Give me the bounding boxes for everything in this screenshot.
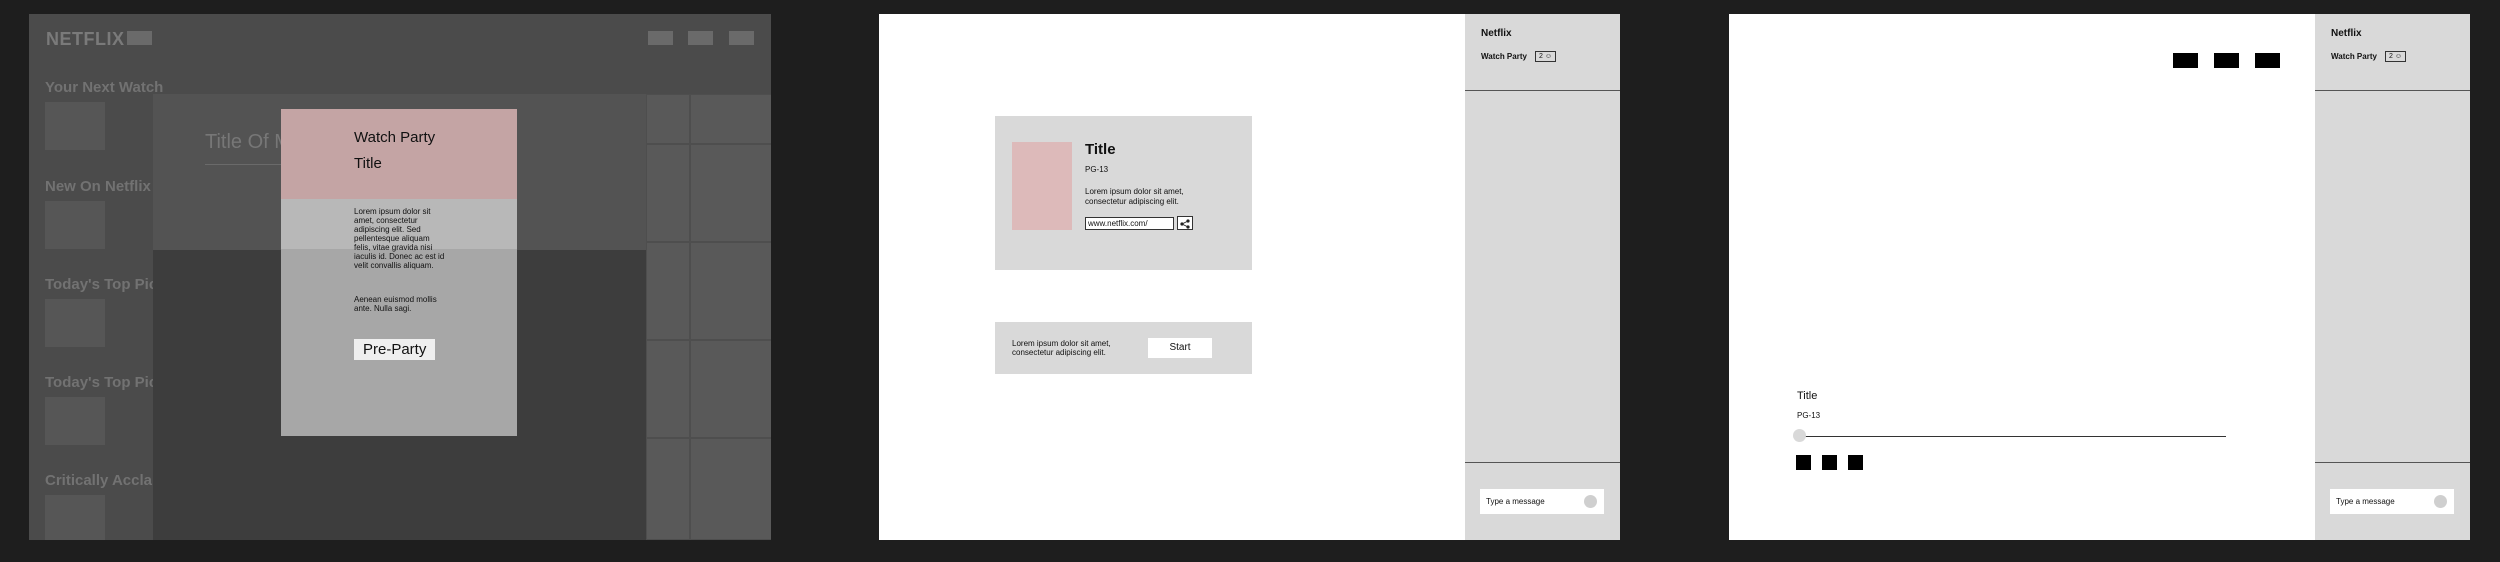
start-card: Lorem ipsum dolor sit amet, consectetur … [995,322,1252,374]
lobby-frame: Title PG-13 Lorem ipsum dolor sit amet, … [879,14,1620,540]
start-description: Lorem ipsum dolor sit amet, consectetur … [1012,339,1111,357]
browse-frame: NETFLIX Your Next Watch New On Netflix T… [29,14,771,540]
grid-cell[interactable] [646,340,690,438]
search-box[interactable] [127,31,152,45]
top-control-3[interactable] [2255,53,2280,68]
share-url-field[interactable]: www.netflix.com/ [1085,217,1174,230]
row-thumbnail[interactable] [45,495,105,540]
start-button[interactable]: Start [1148,338,1212,358]
playback-rating: PG-13 [1797,411,1821,420]
modal-header [281,109,517,199]
panel-divider [2315,90,2470,91]
modal-body-text-2: Aenean euismod mollis ante. Nulla sagi. [354,295,437,313]
row-title: Your Next Watch [45,79,164,96]
progress-track[interactable] [1801,436,2226,437]
grid-cell[interactable] [690,340,771,438]
panel-watch-party-label: Watch Party [1481,52,1527,61]
send-icon[interactable] [2434,495,2447,508]
netflix-logo: NETFLIX [46,29,125,49]
chat-panel: Netflix Watch Party 2 ☺ Type a message [2315,14,2470,540]
grid-cell[interactable] [646,94,690,144]
grid-cell[interactable] [690,94,771,144]
progress-knob[interactable] [1793,429,1806,442]
message-input[interactable]: Type a message [1480,489,1604,514]
panel-brand: Netflix [2331,28,2362,39]
grid-cell[interactable] [646,144,690,242]
panel-divider [1465,90,1620,91]
nav-icon-1[interactable] [648,31,673,45]
play-button[interactable] [1796,455,1811,470]
nav-icon-3[interactable] [729,31,754,45]
pre-party-button[interactable]: Pre-Party [354,339,436,360]
grid-cell[interactable] [690,438,771,540]
playback-title: Title [1797,390,1818,402]
grid-cell[interactable] [690,242,771,340]
panel-watch-party-label: Watch Party [2331,52,2377,61]
modal-subtitle: Title [354,155,382,172]
row-thumbnail[interactable] [45,299,105,347]
panel-divider [1465,462,1620,463]
chat-panel: Netflix Watch Party 2 ☺ Type a message [1465,14,1620,540]
send-icon[interactable] [1584,495,1597,508]
card-description: Lorem ipsum dolor sit amet, consectetur … [1085,187,1184,206]
nav-icon-2[interactable] [688,31,713,45]
top-control-2[interactable] [2214,53,2239,68]
watch-party-modal: Watch Party Title Lorem ipsum dolor sit … [281,109,517,436]
panel-brand: Netflix [1481,28,1512,39]
message-placeholder: Type a message [2336,497,2395,506]
grid-cell[interactable] [646,438,690,540]
side-thumbnail-grid [646,94,771,540]
participants-badge[interactable]: 2 ☺ [2385,51,2406,62]
poster-image [1012,142,1072,230]
card-title: Title [1085,141,1116,158]
playback-frame: Title PG-13 Netflix Watch Party 2 ☺ Type… [1729,14,2470,540]
forward-button[interactable] [1848,455,1863,470]
modal-body-text: Lorem ipsum dolor sit amet, consectetur … [354,207,445,270]
modal-title: Watch Party [354,129,436,146]
row-title: New On Netflix [45,178,151,195]
rewind-button[interactable] [1822,455,1837,470]
grid-cell[interactable] [646,242,690,340]
share-icon[interactable] [1177,216,1193,230]
row-thumbnail[interactable] [45,102,105,150]
panel-divider [2315,462,2470,463]
row-thumbnail[interactable] [45,201,105,249]
card-rating: PG-13 [1085,165,1109,174]
participants-badge[interactable]: 2 ☺ [1535,51,1556,62]
row-thumbnail[interactable] [45,397,105,445]
message-input[interactable]: Type a message [2330,489,2454,514]
title-card: Title PG-13 Lorem ipsum dolor sit amet, … [995,116,1252,270]
row-title: Critically Acclaim [45,472,170,489]
message-placeholder: Type a message [1486,497,1545,506]
grid-cell[interactable] [690,144,771,242]
top-control-1[interactable] [2173,53,2198,68]
